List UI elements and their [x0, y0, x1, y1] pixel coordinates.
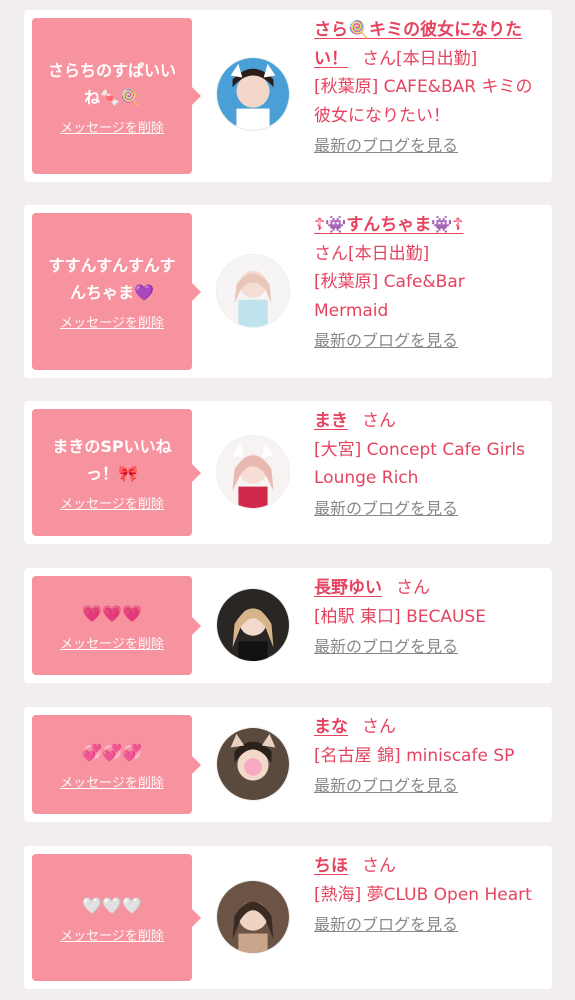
- message-text: 🤍🤍🤍: [82, 895, 142, 915]
- message-bubble: すすんすんすんすんちゃま💜 メッセージを削除: [32, 213, 201, 370]
- honorific: さん: [362, 48, 396, 69]
- latest-blog-link[interactable]: 最新のブログを見る: [314, 132, 542, 161]
- cast-info: 長野ゆい さん [柏駅 東口] BECAUSE 最新のブログを見る: [314, 574, 542, 662]
- message-bubble: まきのSPいいねっ！🎀 メッセージを削除: [32, 409, 201, 536]
- attendance-status: [本日出勤]: [348, 243, 430, 264]
- honorific: さん: [314, 243, 348, 264]
- cast-info: ちほ さん [熱海] 夢CLUB Open Heart 最新のブログを見る: [314, 852, 542, 940]
- cast-info: まき さん [大宮] Concept Cafe Girls Lounge Rich…: [314, 407, 542, 523]
- shop-name: [大宮] Concept Cafe Girls Lounge Rich: [314, 439, 525, 489]
- latest-blog-link[interactable]: 最新のブログを見る: [314, 633, 542, 662]
- shop-name: [名古屋 錦] miniscafe SP: [314, 745, 515, 766]
- message-text: すすんすんすんすんちゃま💜: [48, 256, 176, 302]
- message-bubble: さらちのすぱいいね🍬🍭 メッセージを削除: [32, 18, 201, 174]
- honorific: さん: [362, 411, 396, 431]
- delete-message-link[interactable]: メッセージを削除: [60, 925, 164, 944]
- message-card: まきのSPいいねっ！🎀 メッセージを削除 まき さん [大宮] Concept C…: [24, 401, 552, 544]
- message-card: さらちのすぱいいね🍬🍭 メッセージを削除 さら🍭キミの彼女になりたい！ さん[本日…: [24, 10, 552, 182]
- message-text: 💞💞💞: [82, 742, 142, 762]
- avatar[interactable]: [216, 588, 290, 662]
- message-card: すすんすんすんすんちゃま💜 メッセージを削除 ☦👾すんちゃま👾☦ さん[本日出勤]…: [24, 205, 552, 378]
- latest-blog-link[interactable]: 最新のブログを見る: [314, 772, 542, 801]
- delete-message-link[interactable]: メッセージを削除: [60, 772, 164, 791]
- honorific: さん: [396, 578, 430, 598]
- attendance-status: [本日出勤]: [396, 48, 478, 69]
- cast-info: さら🍭キミの彼女になりたい！ さん[本日出勤] [秋葉原] CAFE&BAR キミ…: [314, 16, 542, 161]
- delete-message-link[interactable]: メッセージを削除: [60, 117, 164, 136]
- delete-message-link[interactable]: メッセージを削除: [60, 312, 164, 331]
- avatar[interactable]: [216, 254, 290, 328]
- avatar[interactable]: [216, 727, 290, 801]
- cast-info: ☦👾すんちゃま👾☦ さん[本日出勤] [秋葉原] Cafe&Bar Mermaid…: [314, 211, 542, 356]
- delete-message-link[interactable]: メッセージを削除: [60, 633, 164, 652]
- message-text: さらちのすぱいいね🍬🍭: [47, 60, 176, 107]
- latest-blog-link[interactable]: 最新のブログを見る: [314, 327, 542, 356]
- delete-message-link[interactable]: メッセージを削除: [60, 493, 164, 512]
- message-text: まきのSPいいねっ！🎀: [52, 437, 172, 483]
- cast-name-link[interactable]: ☦👾すんちゃま👾☦: [314, 215, 463, 235]
- message-text: 💗💗💗: [82, 603, 142, 623]
- shop-name: [秋葉原] CAFE&BAR キミの彼女になりたい！: [314, 77, 533, 126]
- message-bubble: 💗💗💗 メッセージを削除: [32, 576, 201, 675]
- avatar[interactable]: [216, 880, 290, 954]
- message-card: 💞💞💞 メッセージを削除 まな さん [名古屋 錦] miniscafe SP 最…: [24, 707, 552, 822]
- avatar[interactable]: [216, 57, 290, 131]
- cast-name-link[interactable]: 長野ゆい: [314, 578, 382, 598]
- message-bubble: 🤍🤍🤍 メッセージを削除: [32, 854, 201, 981]
- message-card: 💗💗💗 メッセージを削除 長野ゆい さん [柏駅 東口] BECAUSE 最新のブ…: [24, 568, 552, 683]
- cast-name-link[interactable]: まな: [314, 717, 348, 737]
- cast-name-link[interactable]: まき: [314, 411, 348, 431]
- message-bubble: 💞💞💞 メッセージを削除: [32, 715, 201, 814]
- message-card: 🤍🤍🤍 メッセージを削除 ちほ さん [熱海] 夢CLUB Open Heart …: [24, 846, 552, 989]
- cast-name-link[interactable]: ちほ: [314, 856, 348, 876]
- cast-info: まな さん [名古屋 錦] miniscafe SP 最新のブログを見る: [314, 713, 542, 801]
- honorific: さん: [362, 856, 396, 876]
- latest-blog-link[interactable]: 最新のブログを見る: [314, 495, 542, 524]
- shop-name: [熱海] 夢CLUB Open Heart: [314, 884, 532, 905]
- shop-name: [秋葉原] Cafe&Bar Mermaid: [314, 272, 465, 321]
- avatar[interactable]: [216, 435, 290, 509]
- latest-blog-link[interactable]: 最新のブログを見る: [314, 911, 542, 940]
- shop-name: [柏駅 東口] BECAUSE: [314, 606, 486, 627]
- honorific: さん: [362, 717, 396, 737]
